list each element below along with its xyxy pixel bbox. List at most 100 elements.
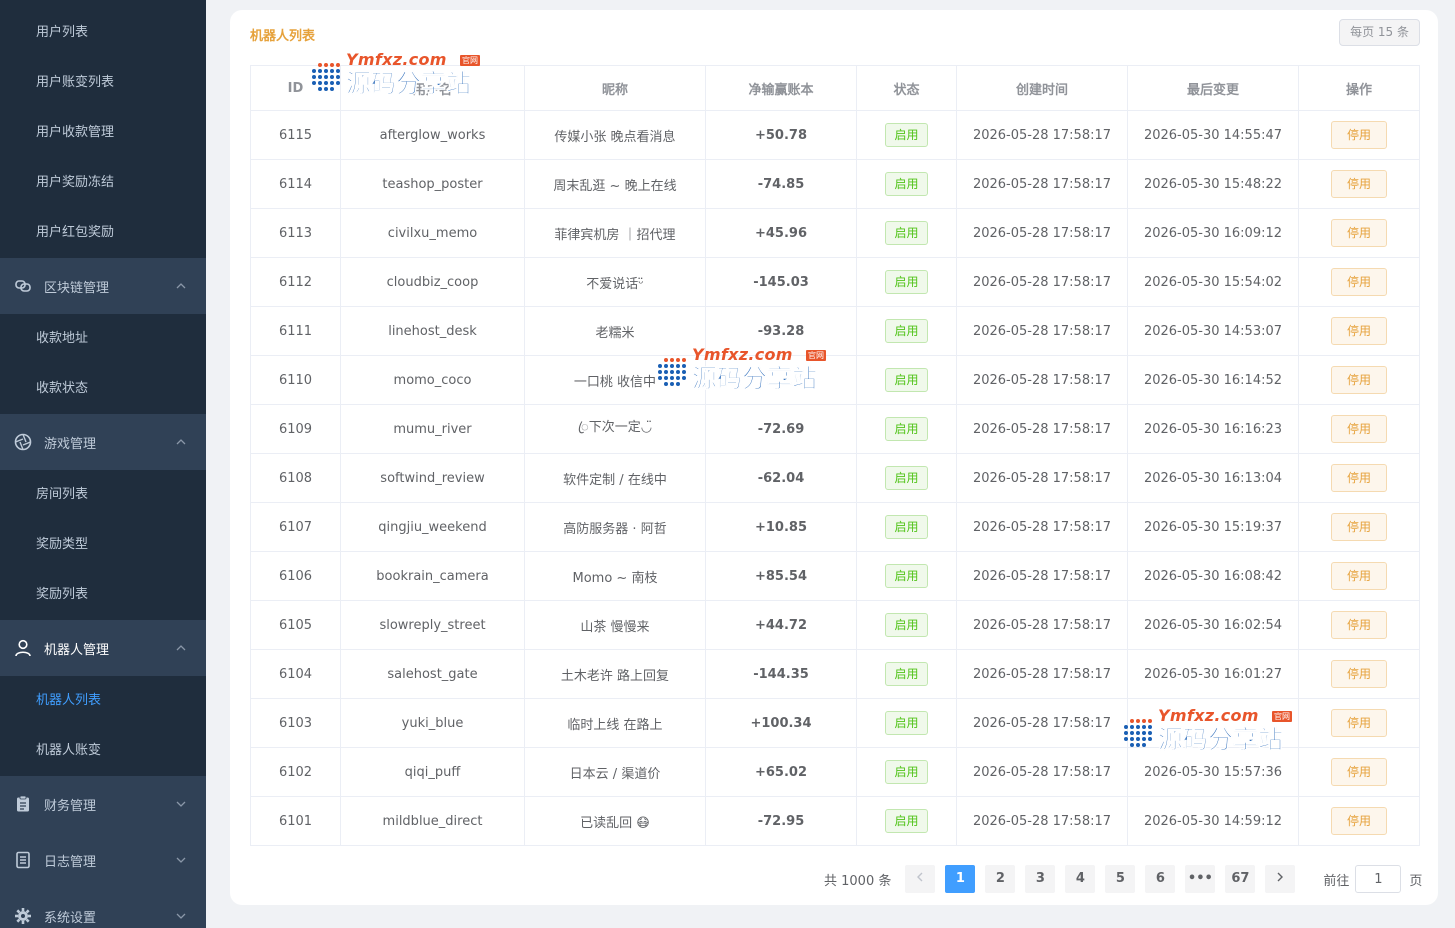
column-header-id[interactable]: ID <box>250 65 341 111</box>
cell-status: 启用 <box>856 110 957 160</box>
status-badge: 启用 <box>885 809 928 833</box>
column-header-created[interactable]: 创建时间 <box>956 65 1128 111</box>
per-page-badge[interactable]: 每页 15 条 <box>1339 19 1420 46</box>
disable-button[interactable]: 停用 <box>1331 611 1387 639</box>
sidebar-item-payment-address[interactable]: 收款地址 <box>0 314 206 364</box>
table-row: 6105 slowreply_street 山茶 慢慢来 +44.72 启用 2026-0… <box>250 600 1420 650</box>
page-button-4[interactable]: 4 <box>1065 865 1096 893</box>
cell-nickname: 传媒小张 晚点看消息 <box>524 110 706 160</box>
cell-created: 2026-05-28 17:58:17 <box>956 257 1128 307</box>
sidebar-group-robot[interactable]: 机器人管理 <box>0 620 206 676</box>
cell-action: 停用 <box>1298 600 1420 650</box>
disable-button[interactable]: 停用 <box>1331 709 1387 737</box>
page-button-6[interactable]: 6 <box>1145 865 1176 893</box>
sidebar-item-user-payment[interactable]: 用户收款管理 <box>0 108 206 158</box>
disable-button[interactable]: 停用 <box>1331 366 1387 394</box>
cell-nickname: 软件定制 / 在线中 <box>524 453 706 503</box>
column-header-nickname[interactable]: 昵称 <box>524 65 706 111</box>
disable-button[interactable]: 停用 <box>1331 513 1387 541</box>
column-header-username[interactable]: 用户名 <box>340 65 525 111</box>
next-page-button[interactable] <box>1265 865 1296 893</box>
cell-net: -93.28 <box>705 306 857 356</box>
disable-button[interactable]: 停用 <box>1331 317 1387 345</box>
sidebar-item-reward-list[interactable]: 奖励列表 <box>0 570 206 620</box>
cell-action: 停用 <box>1298 257 1420 307</box>
goto-suffix: 页 <box>1409 873 1423 889</box>
disable-button[interactable]: 停用 <box>1331 464 1387 492</box>
cell-username: salehost_gate <box>340 649 525 699</box>
cell-updated: 2026-05-30 15:19:37 <box>1127 502 1299 552</box>
cell-created: 2026-05-28 17:58:17 <box>956 747 1128 797</box>
sidebar-item-room-list[interactable]: 房间列表 <box>0 470 206 520</box>
sidebar-group-log[interactable]: 日志管理 <box>0 832 206 888</box>
cell-nickname: 不爱说话ᵕ̈ <box>524 257 706 307</box>
cell-updated: 2026-05-30 16:01:27 <box>1127 649 1299 699</box>
cell-updated: 2026-05-30 16:16:23 <box>1127 404 1299 454</box>
page-button-3[interactable]: 3 <box>1025 865 1056 893</box>
cell-username: mumu_river <box>340 404 525 454</box>
cell-status: 启用 <box>856 747 957 797</box>
column-header-updated[interactable]: 最后变更 <box>1127 65 1299 111</box>
disable-button[interactable]: 停用 <box>1331 660 1387 688</box>
disable-button[interactable]: 停用 <box>1331 268 1387 296</box>
cell-nickname: 周末乱逛 ~ 晚上在线 <box>524 159 706 209</box>
page-button-1[interactable]: 1 <box>945 865 976 893</box>
cell-created: 2026-05-28 17:58:17 <box>956 453 1128 503</box>
table-body: 6115 afterglow_works 传媒小张 晚点看消息 +50.78 启用 202… <box>250 110 1420 846</box>
cell-created: 2026-05-28 17:58:17 <box>956 159 1128 209</box>
cell-status: 启用 <box>856 600 957 650</box>
cell-updated: 2026-05-30 15:57:36 <box>1127 747 1299 797</box>
cell-created: 2026-05-28 17:58:17 <box>956 110 1128 160</box>
disable-button[interactable]: 停用 <box>1331 807 1387 835</box>
sidebar-item-robot-list[interactable]: 机器人列表 <box>0 676 206 726</box>
sidebar-group-label: 机器人管理 <box>44 642 110 658</box>
goto-page-input[interactable] <box>1355 865 1402 893</box>
page-button-5[interactable]: 5 <box>1105 865 1136 893</box>
cell-created: 2026-05-28 17:58:17 <box>956 208 1128 258</box>
sidebar-group-blockchain[interactable]: 区块链管理 <box>0 258 206 314</box>
more-pages-button[interactable]: ••• <box>1185 865 1216 893</box>
gear-icon <box>14 907 32 925</box>
status-badge: 启用 <box>885 613 928 637</box>
cell-status: 启用 <box>856 404 957 454</box>
cell-id: 6104 <box>250 649 341 699</box>
chevron-up-icon <box>176 643 186 653</box>
sidebar-item-user-red-packet[interactable]: 用户红包奖励 <box>0 208 206 258</box>
cell-nickname: 高防服务器 · 阿哲 <box>524 502 706 552</box>
cell-action: 停用 <box>1298 796 1420 846</box>
prev-page-button[interactable] <box>905 865 936 893</box>
sidebar-group-finance[interactable]: 财务管理 <box>0 776 206 832</box>
chevron-down-icon <box>176 799 186 809</box>
sidebar-item-robot-balance[interactable]: 机器人账变 <box>0 726 206 776</box>
cell-net <box>705 355 857 405</box>
sidebar-item-user-balance-changes[interactable]: 用户账变列表 <box>0 58 206 108</box>
disable-button[interactable]: 停用 <box>1331 170 1387 198</box>
cell-nickname: 山茶 慢慢来 <box>524 600 706 650</box>
column-header-net[interactable]: 净输赢账本 <box>705 65 857 111</box>
status-badge: 启用 <box>885 515 928 539</box>
cell-status: 启用 <box>856 796 957 846</box>
cell-created: 2026-05-28 17:58:17 <box>956 551 1128 601</box>
sidebar-group-settings[interactable]: 系统设置 <box>0 888 206 928</box>
sidebar-group-game[interactable]: 游戏管理 <box>0 414 206 470</box>
cell-nickname: 日本云 / 渠道价 <box>524 747 706 797</box>
column-header-status[interactable]: 状态 <box>856 65 957 111</box>
cell-id: 6114 <box>250 159 341 209</box>
sidebar-item-user-list[interactable]: 用户列表 <box>0 8 206 58</box>
page-button-2[interactable]: 2 <box>985 865 1016 893</box>
page-button-last[interactable]: 67 <box>1225 865 1256 893</box>
cell-net: +10.85 <box>705 502 857 552</box>
disable-button[interactable]: 停用 <box>1331 121 1387 149</box>
sidebar-group-label: 区块链管理 <box>44 280 110 296</box>
table-row: 6114 teashop_poster 周末乱逛 ~ 晚上在线 -74.85 启用 202… <box>250 159 1420 209</box>
status-badge: 启用 <box>885 319 928 343</box>
sidebar-menu: 用户列表 用户账变列表 用户收款管理 用户奖励冻结 用户红包奖励 区块链管理 收… <box>0 8 206 928</box>
disable-button[interactable]: 停用 <box>1331 562 1387 590</box>
sidebar-item-payment-status[interactable]: 收款状态 <box>0 364 206 414</box>
sidebar-item-user-reward-freeze[interactable]: 用户奖励冻结 <box>0 158 206 208</box>
disable-button[interactable]: 停用 <box>1331 758 1387 786</box>
disable-button[interactable]: 停用 <box>1331 415 1387 443</box>
status-badge: 启用 <box>885 123 928 147</box>
sidebar-item-reward-type[interactable]: 奖励类型 <box>0 520 206 570</box>
disable-button[interactable]: 停用 <box>1331 219 1387 247</box>
